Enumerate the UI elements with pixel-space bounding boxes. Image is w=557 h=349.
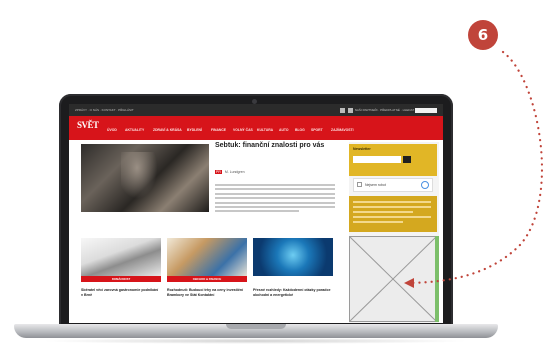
- captcha-label: Nejsem robot: [365, 183, 386, 187]
- nav-item[interactable]: SPORT: [311, 128, 323, 132]
- newsletter-submit-button[interactable]: [403, 156, 411, 163]
- topbar-links[interactable]: ZPRÁVY · O NÁS · KONTAKT · PŘIHLÁSIT: [75, 104, 134, 116]
- promo-box[interactable]: [349, 196, 437, 232]
- card-category: DOMÁCNOST: [81, 276, 161, 282]
- hero-image[interactable]: [81, 144, 209, 212]
- step-badge: 6: [468, 20, 498, 50]
- nav-item[interactable]: ZAJÍMAVOSTI: [331, 128, 354, 132]
- ad-placeholder[interactable]: [349, 236, 437, 322]
- card-title[interactable]: Sběratel věcí zarovná gastronomie podnik…: [81, 288, 161, 298]
- laptop-notch: [226, 324, 286, 329]
- card-title[interactable]: Přesné rozhledy: Každodenní otázky porad…: [253, 288, 333, 298]
- nav-item[interactable]: BYDLENÍ: [187, 128, 202, 132]
- social-icon[interactable]: [347, 107, 353, 113]
- article-tag: PR: [215, 170, 222, 174]
- nav-item[interactable]: ZDRAVÍ & KRÁSA: [153, 128, 182, 132]
- card-image[interactable]: [253, 238, 333, 276]
- search-input[interactable]: [415, 107, 437, 113]
- article-excerpt: [215, 184, 335, 215]
- site-logo[interactable]: SVĚT: [77, 120, 99, 134]
- ad-placeholder-cross-icon: [349, 236, 437, 322]
- social-icon[interactable]: [340, 107, 346, 113]
- laptop-shadow: [40, 338, 470, 344]
- nav-item[interactable]: BLOG: [295, 128, 305, 132]
- ad-accent-strip: [435, 236, 439, 322]
- nav-item[interactable]: ÚVOD: [107, 128, 117, 132]
- site-topbar: ZPRÁVY · O NÁS · KONTAKT · PŘIHLÁSIT NAŠ…: [69, 104, 443, 116]
- card-title[interactable]: Rozhodnutí: Budoucí trhy na ceny investi…: [167, 288, 247, 298]
- card-image[interactable]: [81, 238, 161, 276]
- article-author: M. Lundgren: [224, 170, 245, 174]
- card-image[interactable]: [167, 238, 247, 276]
- captcha-checkbox[interactable]: [357, 182, 362, 187]
- newsletter-label: Newsletter: [353, 147, 371, 151]
- nav-item[interactable]: VOLNÝ ČAS: [233, 128, 253, 132]
- card-category: OBCHOD & FINANCE: [167, 276, 247, 282]
- recaptcha-icon: [421, 181, 429, 189]
- nav-item[interactable]: FINANCE: [211, 128, 226, 132]
- nav-item[interactable]: AKTUALITY: [125, 128, 144, 132]
- article-meta: PR M. Lundgren: [215, 170, 245, 174]
- laptop-mockup: ZPRÁVY · O NÁS · KONTAKT · PŘIHLÁSIT NAŠ…: [0, 0, 557, 349]
- newsletter-email-field[interactable]: [353, 156, 401, 163]
- article-headline[interactable]: Sebtuk: finanční znalosti pro vás: [215, 142, 335, 150]
- topbar-right-links[interactable]: NAŠI PARTNEŘI · PŘEDPLATNÉ · HLEDAT: [355, 108, 414, 112]
- nav-item[interactable]: AUTO: [279, 128, 289, 132]
- nav-item[interactable]: KULTURA: [257, 128, 273, 132]
- topbar-right: NAŠI PARTNEŘI · PŘEDPLATNÉ · HLEDAT: [339, 104, 437, 116]
- laptop-screen: ZPRÁVY · O NÁS · KONTAKT · PŘIHLÁSIT NAŠ…: [69, 104, 443, 323]
